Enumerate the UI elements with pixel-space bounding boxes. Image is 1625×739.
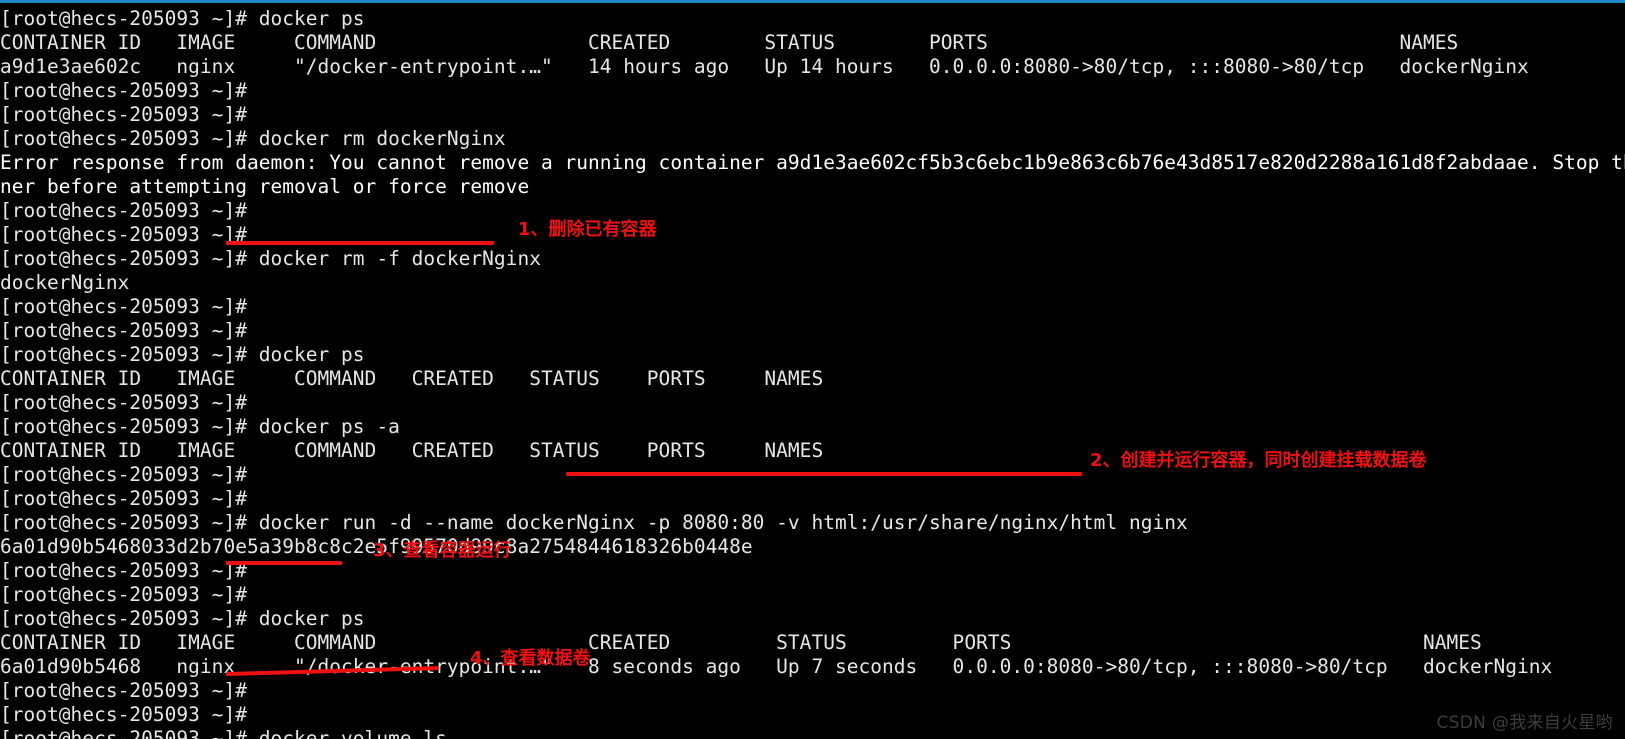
terminal-line: [root@hecs-205093 ~]#	[0, 391, 259, 414]
underline-mark-2	[566, 472, 1082, 476]
terminal-line-error: Error response from daemon: You cannot r…	[0, 151, 1625, 174]
terminal-line: [root@hecs-205093 ~]#	[0, 295, 259, 318]
terminal-line: a9d1e3ae602c nginx "/docker-entrypoint.……	[0, 55, 1529, 78]
terminal-line: [root@hecs-205093 ~]# docker ps	[0, 607, 365, 630]
terminal-line: [root@hecs-205093 ~]# docker ps	[0, 343, 365, 366]
terminal-line: dockerNginx	[0, 271, 130, 294]
terminal-line: [root@hecs-205093 ~]#	[0, 559, 259, 582]
terminal-line: [root@hecs-205093 ~]#	[0, 319, 259, 342]
terminal-line: [root@hecs-205093 ~]#	[0, 679, 259, 702]
terminal-screen[interactable]: [root@hecs-205093 ~]# docker ps CONTAINE…	[0, 3, 1625, 739]
terminal-line: [root@hecs-205093 ~]#	[0, 103, 259, 126]
terminal-line: [root@hecs-205093 ~]#	[0, 583, 259, 606]
terminal-line: [root@hecs-205093 ~]# docker rm dockerNg…	[0, 127, 506, 150]
terminal-line: [root@hecs-205093 ~]# docker ps	[0, 7, 365, 30]
terminal-window: [root@hecs-205093 ~]# docker ps CONTAINE…	[0, 0, 1625, 739]
csdn-watermark: CSDN @我来自火星哟	[1436, 713, 1613, 733]
annotation-step-4: 4、查看数据卷	[470, 648, 591, 669]
terminal-line: [root@hecs-205093 ~]#	[0, 223, 259, 246]
terminal-line: [root@hecs-205093 ~]# docker rm -f docke…	[0, 247, 541, 270]
underline-mark-3	[226, 561, 342, 565]
annotation-step-3: 3、查看容器运行	[373, 540, 512, 561]
terminal-line: CONTAINER ID IMAGE COMMAND CREATED STATU…	[0, 367, 824, 390]
terminal-line: CONTAINER ID IMAGE COMMAND CREATED STATU…	[0, 631, 1482, 654]
terminal-line: [root@hecs-205093 ~]# docker volume ls	[0, 727, 447, 739]
terminal-line: [root@hecs-205093 ~]#	[0, 487, 259, 510]
terminal-line-error: ner before attempting removal or force r…	[0, 175, 530, 198]
annotation-step-1: 1、删除已有容器	[518, 219, 657, 240]
terminal-line: [root@hecs-205093 ~]# docker ps -a	[0, 415, 400, 438]
terminal-line: CONTAINER ID IMAGE COMMAND CREATED STATU…	[0, 439, 824, 462]
underline-mark-1	[226, 241, 494, 245]
terminal-line: [root@hecs-205093 ~]# docker run -d --na…	[0, 511, 1188, 534]
terminal-line: [root@hecs-205093 ~]#	[0, 79, 259, 102]
terminal-line: [root@hecs-205093 ~]#	[0, 463, 259, 486]
terminal-line: [root@hecs-205093 ~]#	[0, 703, 259, 726]
terminal-line: [root@hecs-205093 ~]#	[0, 199, 259, 222]
annotation-step-2: 2、创建并运行容器，同时创建挂载数据卷	[1090, 450, 1427, 471]
terminal-line: CONTAINER ID IMAGE COMMAND CREATED STATU…	[0, 31, 1459, 54]
